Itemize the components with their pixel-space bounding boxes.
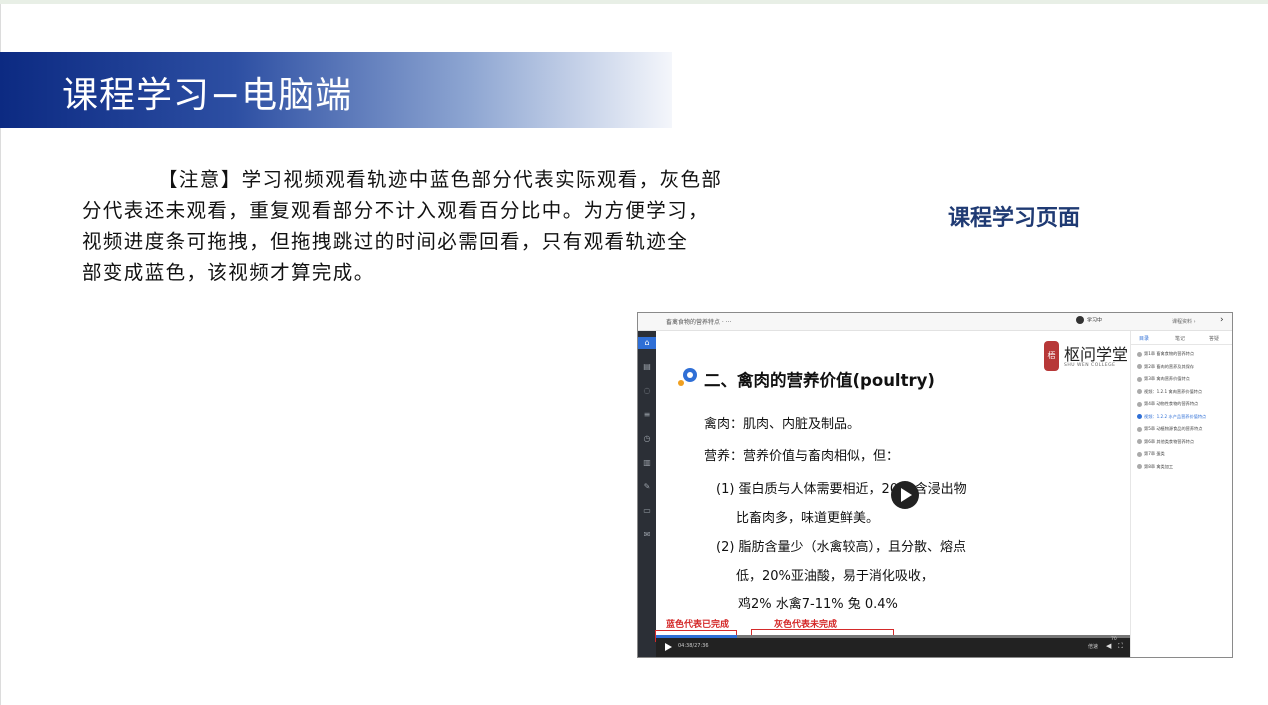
progress-bar[interactable] bbox=[656, 635, 1130, 638]
speed-button[interactable]: 倍速 bbox=[1088, 643, 1098, 650]
chapter-label: 第5章 动植物源食品的营养特点 bbox=[1144, 426, 1203, 431]
test-icon[interactable]: ✎ bbox=[641, 481, 653, 493]
chapter-dot-icon bbox=[1137, 401, 1142, 407]
chapter-item[interactable]: 第1章 畜禽食物的营养特点 bbox=[1137, 351, 1194, 357]
chapter-item[interactable]: 第4章 动物性食物的营养特点 bbox=[1137, 401, 1198, 407]
chapter-label: 视频：1.2.2 水产品营养价值特点 bbox=[1144, 413, 1207, 419]
chapter-item[interactable]: 第6章 其他类食物营养特点 bbox=[1137, 439, 1194, 445]
next-link[interactable]: 课程资料 › bbox=[1172, 318, 1196, 325]
chapter-item[interactable]: 第8章 禽类加工 bbox=[1137, 464, 1173, 470]
slide-line: 营养：营养价值与畜肉相似，但： bbox=[704, 449, 900, 464]
page-title: 课程学习−电脑端 bbox=[62, 75, 353, 116]
home-icon[interactable]: ⌂ bbox=[638, 337, 656, 349]
slide-line: 鸡2% 水禽7-11% 兔 0.4% bbox=[738, 597, 898, 612]
slide-line: 比畜肉多，味道更鲜美。 bbox=[736, 511, 880, 526]
logo-seal: 梧 bbox=[1044, 341, 1059, 371]
chapter-label: 第8章 禽类加工 bbox=[1144, 463, 1174, 469]
avatar bbox=[1076, 316, 1084, 324]
slide-heading: 二、禽肉的营养价值(poultry) bbox=[704, 371, 935, 390]
chapter-item[interactable]: 第2章 畜肉的营养及其保存 bbox=[1137, 364, 1194, 370]
blue-annotation: 蓝色代表已完成 bbox=[666, 620, 730, 630]
chapter-item[interactable]: 第3章 禽肉营养价值特点 bbox=[1137, 376, 1190, 382]
logo-subtitle: SHU WEN COLLEGE bbox=[1064, 363, 1116, 368]
chapter-dot-icon bbox=[1137, 464, 1142, 469]
time-readout: 04:38/27:36 bbox=[678, 643, 709, 649]
chapter-label: 第7章 蛋类 bbox=[1144, 451, 1165, 456]
chapter-dot-icon bbox=[1137, 439, 1142, 444]
chapter-panel: 目录 笔记 答疑 第1章 畜禽食物的营养特点 第2章 畜肉的营养及其保存 第3章 禽… bbox=[1130, 331, 1232, 657]
chapter-item[interactable]: 第5章 动植物源食品的营养特点 bbox=[1137, 426, 1202, 432]
fullscreen-icon[interactable]: ⛶ bbox=[1118, 642, 1123, 651]
breadcrumb[interactable]: 畜禽食物的营养特点 · ··· bbox=[666, 317, 731, 326]
chapter-dot-icon bbox=[1137, 414, 1142, 419]
slide-line: 禽肉：肌肉、内脏及制品。 bbox=[704, 417, 861, 432]
chevron-right-icon[interactable]: › bbox=[1220, 315, 1224, 325]
chat-icon[interactable]: ◌ bbox=[641, 385, 653, 397]
doc-icon[interactable]: ▤ bbox=[641, 361, 653, 373]
note-icon[interactable]: ▭ bbox=[641, 505, 653, 517]
note-line: 视频进度条可拖拽，但拖拽跳过的时间必需回看，只有观看轨迹全 bbox=[82, 230, 689, 253]
note-line: 部变成蓝色，该视频才算完成。 bbox=[82, 261, 375, 284]
bullet-circle-icon bbox=[678, 368, 697, 386]
tab-catalog[interactable]: 目录 bbox=[1139, 335, 1149, 342]
user-name: 学习中 bbox=[1087, 317, 1103, 324]
progress-watched bbox=[656, 635, 737, 638]
chapter-item[interactable]: 第7章 蛋类 bbox=[1137, 451, 1165, 457]
slide-line: (1) 蛋白质与人体需要相近，20% 含浸出物 bbox=[716, 482, 967, 497]
chapter-label: 视频：1.2.1 禽肉营养价值特点 bbox=[1144, 388, 1203, 394]
list-icon[interactable]: ≡ bbox=[641, 409, 653, 421]
msg-icon[interactable]: ✉ bbox=[641, 529, 653, 541]
chapter-dot-icon bbox=[1137, 389, 1142, 394]
chapter-dot-icon bbox=[1137, 426, 1142, 432]
chapter-dot-icon bbox=[1137, 451, 1142, 457]
chapter-item[interactable]: 视频：1.2.2 水产品营养价值特点 bbox=[1137, 414, 1206, 420]
note-line: 【注意】学习视频观看轨迹中蓝色部分代表实际观看，灰色部 bbox=[158, 168, 723, 191]
top-border bbox=[0, 0, 1268, 4]
chapter-label: 第4章 动物性食物的营养特点 bbox=[1144, 401, 1199, 406]
clock-icon[interactable]: ◷ bbox=[641, 433, 653, 445]
play-icon[interactable] bbox=[665, 643, 672, 651]
course-page-screenshot: 畜禽食物的营养特点 · ··· 学习中 课程资料 › › ⌂ ▤ ◌ ≡ ◷ ▥… bbox=[637, 312, 1233, 658]
chapter-label: 第2章 畜肉的营养及其保存 bbox=[1144, 363, 1195, 369]
panel-tabs: 目录 笔记 答疑 bbox=[1131, 331, 1232, 345]
video-controls: 04:38/27:36 倍速 70 ◀ ⛶ bbox=[656, 635, 1130, 657]
chapter-dot-icon bbox=[1137, 376, 1142, 382]
slide-line: (2) 脂肪含量少（水禽较高），且分散、熔点 bbox=[716, 540, 967, 555]
sidebar: ⌂ ▤ ◌ ≡ ◷ ▥ ✎ ▭ ✉ bbox=[638, 331, 656, 657]
chapter-label: 第3章 禽肉营养价值特点 bbox=[1144, 376, 1190, 381]
play-overlay-button[interactable] bbox=[891, 481, 919, 509]
chapter-dot-icon bbox=[1137, 364, 1142, 369]
chapter-item[interactable]: 视频：1.2.1 禽肉营养价值特点 bbox=[1137, 389, 1202, 395]
tab-notes[interactable]: 笔记 bbox=[1175, 335, 1185, 342]
logo-name: 枢问学堂 bbox=[1064, 345, 1129, 364]
screenshot-topbar: 畜禽食物的营养特点 · ··· 学习中 课程资料 › › bbox=[638, 313, 1232, 331]
chapter-label: 第1章 畜禽食物的营养特点 bbox=[1144, 351, 1195, 356]
volume-icon[interactable]: ◀ bbox=[1106, 642, 1111, 650]
screenshot-caption: 课程学习页面 bbox=[948, 206, 1081, 231]
volume-level: 70 bbox=[1111, 637, 1117, 642]
chapter-label: 第6章 其他类食物营养特点 bbox=[1144, 438, 1195, 444]
slide-line: 低，20%亚油酸，易于消化吸收， bbox=[736, 569, 934, 584]
note-line: 分代表还未观看，重复观看部分不计入观看百分比中。为方便学习， bbox=[82, 199, 710, 222]
video-slide[interactable]: 梧 枢问学堂 SHU WEN COLLEGE 二、禽肉的营养价值(poultry… bbox=[656, 331, 1130, 635]
user-menu[interactable]: 学习中 bbox=[1076, 316, 1102, 324]
chart-icon[interactable]: ▥ bbox=[641, 457, 653, 469]
note-paragraph: 【注意】学习视频观看轨迹中蓝色部分代表实际观看，灰色部 分代表还未观看，重复观看… bbox=[82, 164, 794, 288]
chapter-dot-icon bbox=[1137, 351, 1142, 357]
tab-qa[interactable]: 答疑 bbox=[1209, 335, 1219, 342]
